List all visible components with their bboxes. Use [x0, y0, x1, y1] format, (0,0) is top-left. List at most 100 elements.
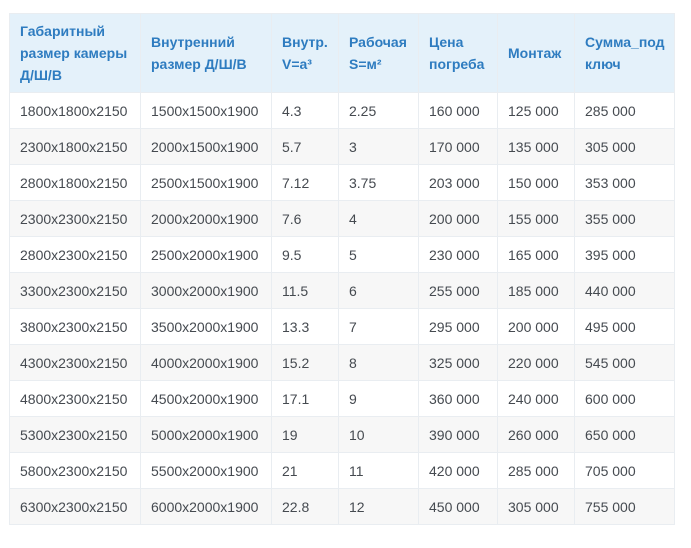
volume-cell: 11.5 — [271, 272, 339, 309]
inner-size-cell: 1500x1500x1900 — [140, 92, 272, 129]
installation-cell: 155 000 — [497, 200, 575, 237]
total-cell: 395 000 — [574, 236, 675, 273]
volume-cell: 5.7 — [271, 128, 339, 165]
price-table: Габаритный размер камеры Д/Ш/В Внутренни… — [9, 13, 675, 525]
area-cell: 2.25 — [338, 92, 419, 129]
installation-cell: 240 000 — [497, 380, 575, 417]
outer-size-cell: 4800x2300x2150 — [9, 380, 141, 417]
installation-cell: 260 000 — [497, 416, 575, 453]
installation-cell: 200 000 — [497, 308, 575, 345]
volume-cell: 7.12 — [271, 164, 339, 201]
volume-cell: 17.1 — [271, 380, 339, 417]
table-row: 4800x2300x2150 4500x2000x1900 17.1 9 360 000… — [9, 380, 675, 417]
volume-cell: 13.3 — [271, 308, 339, 345]
area-cell: 6 — [338, 272, 419, 309]
total-cell: 545 000 — [574, 344, 675, 381]
total-cell: 705 000 — [574, 452, 675, 489]
table-row: 1800x1800x2150 1500x1500x1900 4.3 2.25 160 0… — [9, 92, 675, 129]
area-cell: 3 — [338, 128, 419, 165]
volume-cell: 19 — [271, 416, 339, 453]
area-cell: 4 — [338, 200, 419, 237]
outer-size-cell: 1800x1800x2150 — [9, 92, 141, 129]
inner-size-cell: 6000x2000x1900 — [140, 488, 272, 525]
table-row: 3300x2300x2150 3000x2000x1900 11.5 6 255 000… — [9, 272, 675, 309]
table-row: 2800x1800x2150 2500x1500x1900 7.12 3.75 203 … — [9, 164, 675, 201]
price-cell: 390 000 — [418, 416, 498, 453]
outer-size-cell: 2800x2300x2150 — [9, 236, 141, 273]
total-cell: 650 000 — [574, 416, 675, 453]
inner-size-cell: 2500x1500x1900 — [140, 164, 272, 201]
inner-size-cell: 3500x2000x1900 — [140, 308, 272, 345]
header-volume: Внутр. V=а³ — [271, 13, 339, 93]
area-cell: 11 — [338, 452, 419, 489]
installation-cell: 285 000 — [497, 452, 575, 489]
outer-size-cell: 2300x1800x2150 — [9, 128, 141, 165]
installation-cell: 125 000 — [497, 92, 575, 129]
inner-size-cell: 5500x2000x1900 — [140, 452, 272, 489]
total-cell: 305 000 — [574, 128, 675, 165]
total-cell: 440 000 — [574, 272, 675, 309]
header-total: Сумма_под ключ — [574, 13, 675, 93]
outer-size-cell: 2300x2300x2150 — [9, 200, 141, 237]
table-row: 2800x2300x2150 2500x2000x1900 9.5 5 230 000 1… — [9, 236, 675, 273]
outer-size-cell: 6300x2300x2150 — [9, 488, 141, 525]
price-cell: 160 000 — [418, 92, 498, 129]
total-cell: 755 000 — [574, 488, 675, 525]
inner-size-cell: 5000x2000x1900 — [140, 416, 272, 453]
inner-size-cell: 2000x1500x1900 — [140, 128, 272, 165]
installation-cell: 135 000 — [497, 128, 575, 165]
area-cell: 12 — [338, 488, 419, 525]
table-row: 4300x2300x2150 4000x2000x1900 15.2 8 325 000… — [9, 344, 675, 381]
volume-cell: 22.8 — [271, 488, 339, 525]
table-row: 2300x2300x2150 2000x2000x1900 7.6 4 200 000 1… — [9, 200, 675, 237]
outer-size-cell: 3300x2300x2150 — [9, 272, 141, 309]
installation-cell: 165 000 — [497, 236, 575, 273]
header-outer-size: Габаритный размер камеры Д/Ш/В — [9, 13, 141, 93]
price-cell: 360 000 — [418, 380, 498, 417]
price-cell: 295 000 — [418, 308, 498, 345]
inner-size-cell: 2000x2000x1900 — [140, 200, 272, 237]
volume-cell: 21 — [271, 452, 339, 489]
price-cell: 450 000 — [418, 488, 498, 525]
price-cell: 200 000 — [418, 200, 498, 237]
volume-cell: 7.6 — [271, 200, 339, 237]
inner-size-cell: 4500x2000x1900 — [140, 380, 272, 417]
installation-cell: 305 000 — [497, 488, 575, 525]
price-cell: 325 000 — [418, 344, 498, 381]
volume-cell: 9.5 — [271, 236, 339, 273]
area-cell: 7 — [338, 308, 419, 345]
inner-size-cell: 4000x2000x1900 — [140, 344, 272, 381]
total-cell: 600 000 — [574, 380, 675, 417]
price-cell: 230 000 — [418, 236, 498, 273]
total-cell: 495 000 — [574, 308, 675, 345]
installation-cell: 150 000 — [497, 164, 575, 201]
volume-cell: 15.2 — [271, 344, 339, 381]
outer-size-cell: 5300x2300x2150 — [9, 416, 141, 453]
inner-size-cell: 2500x2000x1900 — [140, 236, 272, 273]
table-row: 3800x2300x2150 3500x2000x1900 13.3 7 295 000… — [9, 308, 675, 345]
header-price: Цена погреба — [418, 13, 498, 93]
header-installation: Монтаж — [497, 13, 575, 93]
installation-cell: 220 000 — [497, 344, 575, 381]
area-cell: 8 — [338, 344, 419, 381]
area-cell: 5 — [338, 236, 419, 273]
table-row: 2300x1800x2150 2000x1500x1900 5.7 3 170 000 1… — [9, 128, 675, 165]
outer-size-cell: 3800x2300x2150 — [9, 308, 141, 345]
header-row: Габаритный размер камеры Д/Ш/В Внутренни… — [9, 13, 675, 93]
table-container: Габаритный размер камеры Д/Ш/В Внутренни… — [9, 13, 675, 525]
header-area: Рабочая S=м² — [338, 13, 419, 93]
table-row: 6300x2300x2150 6000x2000x1900 22.8 12 450 00… — [9, 488, 675, 525]
header-inner-size: Внутренний размер Д/Ш/В — [140, 13, 272, 93]
price-cell: 420 000 — [418, 452, 498, 489]
total-cell: 285 000 — [574, 92, 675, 129]
total-cell: 353 000 — [574, 164, 675, 201]
price-cell: 203 000 — [418, 164, 498, 201]
price-cell: 255 000 — [418, 272, 498, 309]
area-cell: 9 — [338, 380, 419, 417]
total-cell: 355 000 — [574, 200, 675, 237]
outer-size-cell: 4300x2300x2150 — [9, 344, 141, 381]
installation-cell: 185 000 — [497, 272, 575, 309]
table-body: 1800x1800x2150 1500x1500x1900 4.3 2.25 160 0… — [9, 92, 675, 525]
area-cell: 3.75 — [338, 164, 419, 201]
area-cell: 10 — [338, 416, 419, 453]
